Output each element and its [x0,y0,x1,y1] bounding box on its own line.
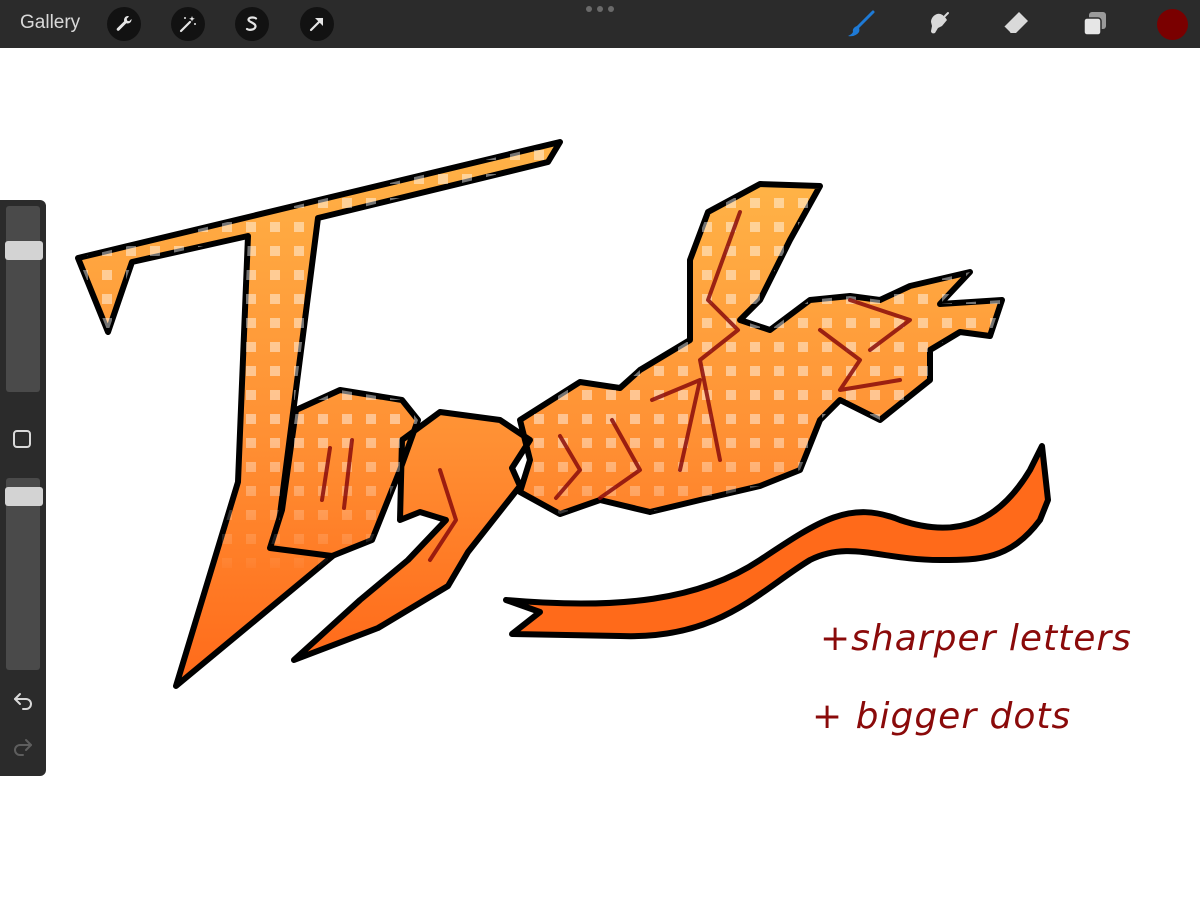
undo-button[interactable] [11,688,35,712]
magic-wand-icon [179,16,196,33]
drawing-canvas[interactable]: +sharper letters + bigger dots [0,48,1200,900]
letters-ogether [267,181,1005,663]
opacity-thumb[interactable] [5,486,43,506]
color-picker-button[interactable] [1157,9,1188,40]
wrench-icon [116,16,132,31]
eraser-tool-button[interactable] [998,6,1034,42]
note-sharper-letters: +sharper letters [820,618,1132,659]
gallery-button[interactable]: Gallery [20,12,80,34]
arrow-cursor-icon [309,17,324,32]
brush-size-slider[interactable] [6,206,40,392]
smudge-tool-button[interactable] [921,6,957,42]
adjustments-button[interactable] [171,7,205,41]
brush-tool-button[interactable] [843,6,879,42]
more-handle[interactable] [586,6,614,16]
transform-button[interactable] [300,7,334,41]
brush-icon [848,10,875,37]
lettering-artwork [75,139,1051,689]
smudge-icon [931,12,949,34]
left-sidebar [0,200,46,776]
square-modifier-icon [13,430,31,448]
selection-button[interactable] [235,7,269,41]
layers-icon [1083,12,1106,36]
selection-s-icon [245,16,258,31]
brush-size-thumb[interactable] [5,241,43,261]
eraser-icon [1003,12,1028,34]
actions-button[interactable] [107,7,141,41]
modify-button[interactable] [11,428,33,450]
note-bigger-dots: + bigger dots [812,696,1072,737]
redo-button[interactable] [11,734,35,758]
dot-icon [608,6,614,12]
dot-icon [597,6,603,12]
dot-icon [586,6,592,12]
opacity-slider[interactable] [6,478,40,670]
layers-button[interactable] [1077,6,1113,42]
top-toolbar: Gallery [0,0,1200,48]
undo-icon [14,693,32,710]
redo-icon [14,739,32,756]
